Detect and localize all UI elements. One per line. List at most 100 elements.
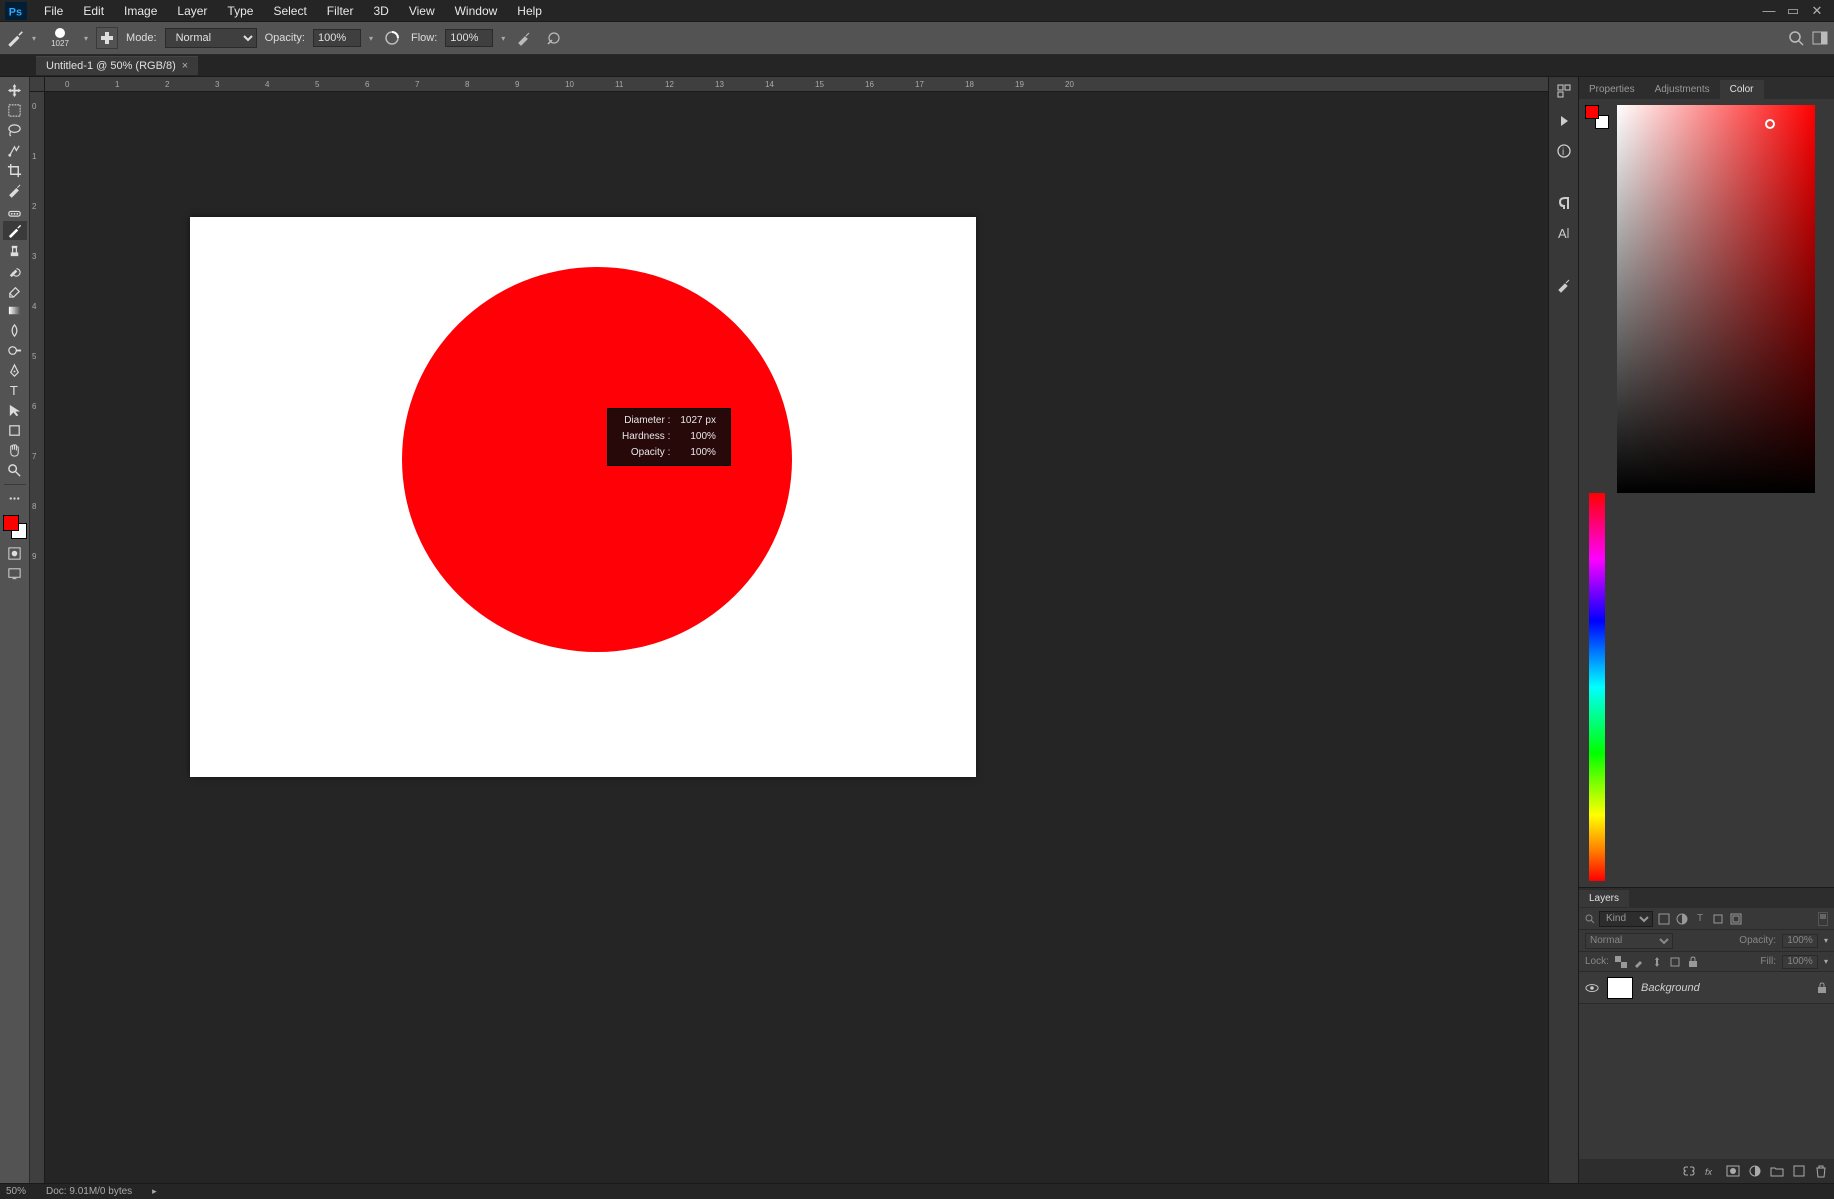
- filter-pixel-icon[interactable]: [1657, 912, 1671, 926]
- menu-select[interactable]: Select: [263, 2, 316, 20]
- opacity-input[interactable]: [313, 29, 361, 47]
- brush-settings-button[interactable]: [96, 27, 118, 49]
- menu-help[interactable]: Help: [507, 2, 552, 20]
- menu-window[interactable]: Window: [445, 2, 508, 20]
- history-brush-tool[interactable]: [3, 261, 27, 280]
- menu-image[interactable]: Image: [114, 2, 167, 20]
- link-layers-icon[interactable]: [1682, 1164, 1696, 1178]
- brush-settings-panel-icon[interactable]: [1554, 275, 1574, 295]
- color-panel-swatches[interactable]: [1585, 105, 1609, 129]
- filter-adjust-icon[interactable]: [1675, 912, 1689, 926]
- layer-opacity-chevron-icon[interactable]: ▾: [1824, 936, 1828, 945]
- hue-slider[interactable]: [1589, 493, 1605, 881]
- search-icon[interactable]: [1788, 30, 1804, 46]
- menu-type[interactable]: Type: [217, 2, 263, 20]
- brush-preview[interactable]: 1027: [44, 23, 76, 53]
- workspace-switcher-icon[interactable]: [1812, 30, 1828, 46]
- screen-mode-button[interactable]: [3, 564, 27, 583]
- type-tool[interactable]: T: [3, 381, 27, 400]
- lock-position-icon[interactable]: [1651, 956, 1663, 968]
- new-layer-icon[interactable]: [1792, 1164, 1806, 1178]
- layer-visibility-icon[interactable]: [1585, 981, 1599, 995]
- adjustments-tab[interactable]: Adjustments: [1645, 80, 1720, 99]
- eyedropper-tool[interactable]: [3, 181, 27, 200]
- fill-chevron-icon[interactable]: ▾: [1824, 957, 1828, 966]
- marquee-tool[interactable]: [3, 101, 27, 120]
- filter-shape-icon[interactable]: [1711, 912, 1725, 926]
- lasso-tool[interactable]: [3, 121, 27, 140]
- layer-opacity-input[interactable]: [1782, 934, 1818, 948]
- properties-tab[interactable]: Properties: [1579, 80, 1645, 99]
- pen-tool[interactable]: [3, 361, 27, 380]
- mode-select[interactable]: Normal: [165, 28, 257, 48]
- layer-mask-icon[interactable]: [1726, 1164, 1740, 1178]
- delete-layer-icon[interactable]: [1814, 1164, 1828, 1178]
- status-arrow-icon[interactable]: ▸: [152, 1186, 157, 1197]
- menu-filter[interactable]: Filter: [317, 2, 364, 20]
- menu-file[interactable]: File: [34, 2, 73, 20]
- document-canvas[interactable]: [190, 217, 976, 777]
- blur-tool[interactable]: [3, 321, 27, 340]
- menu-layer[interactable]: Layer: [167, 2, 217, 20]
- foreground-color-swatch[interactable]: [3, 515, 19, 531]
- layer-name[interactable]: Background: [1641, 982, 1700, 994]
- history-panel-icon[interactable]: [1554, 81, 1574, 101]
- quick-mask-button[interactable]: [3, 544, 27, 563]
- layer-thumbnail[interactable]: [1607, 977, 1633, 999]
- layer-row-background[interactable]: Background: [1579, 972, 1834, 1004]
- filter-smart-icon[interactable]: [1729, 912, 1743, 926]
- layers-tab[interactable]: Layers: [1579, 890, 1629, 907]
- gradient-tool[interactable]: [3, 301, 27, 320]
- quick-select-tool[interactable]: [3, 141, 27, 160]
- zoom-level[interactable]: 50%: [6, 1186, 26, 1197]
- edit-toolbar-button[interactable]: [3, 489, 27, 508]
- new-group-icon[interactable]: [1770, 1164, 1784, 1178]
- close-button[interactable]: ✕: [1810, 4, 1824, 18]
- layer-fx-icon[interactable]: fx: [1704, 1164, 1718, 1178]
- lock-paint-icon[interactable]: [1633, 956, 1645, 968]
- ruler-vertical[interactable]: 0 1 2 3 4 5 6 7 8 9: [30, 92, 45, 1183]
- flow-chevron-icon[interactable]: ▾: [501, 34, 505, 43]
- tool-preset-chevron-icon[interactable]: ▾: [32, 34, 36, 43]
- canvas[interactable]: Diameter :1027 px Hardness :100% Opacity…: [45, 92, 1548, 1183]
- lock-all-icon[interactable]: [1687, 956, 1699, 968]
- tab-close-icon[interactable]: ×: [182, 60, 188, 72]
- menu-3d[interactable]: 3D: [363, 2, 398, 20]
- eraser-tool[interactable]: [3, 281, 27, 300]
- adjustment-layer-icon[interactable]: [1748, 1164, 1762, 1178]
- size-pressure-button[interactable]: [543, 27, 565, 49]
- fill-input[interactable]: [1782, 955, 1818, 969]
- brush-tool[interactable]: [3, 221, 27, 240]
- shape-tool[interactable]: [3, 421, 27, 440]
- character-panel-icon[interactable]: A: [1554, 223, 1574, 243]
- doc-info[interactable]: Doc: 9.01M/0 bytes: [46, 1186, 132, 1197]
- color-tab[interactable]: Color: [1720, 80, 1764, 99]
- menu-edit[interactable]: Edit: [73, 2, 114, 20]
- info-panel-icon[interactable]: i: [1554, 141, 1574, 161]
- flow-input[interactable]: [445, 29, 493, 47]
- crop-tool[interactable]: [3, 161, 27, 180]
- color-swatch[interactable]: [3, 515, 27, 539]
- paragraph-panel-icon[interactable]: [1554, 193, 1574, 213]
- move-tool[interactable]: [3, 81, 27, 100]
- airbrush-button[interactable]: [513, 27, 535, 49]
- menu-view[interactable]: View: [399, 2, 445, 20]
- lock-transparent-icon[interactable]: [1615, 956, 1627, 968]
- color-field[interactable]: [1617, 105, 1815, 493]
- minimize-button[interactable]: —: [1762, 4, 1776, 18]
- opacity-pressure-button[interactable]: [381, 27, 403, 49]
- ruler-horizontal[interactable]: 0 1 2 3 4 5 6 7 8 9 10 11 12 13 14 15 16…: [45, 77, 1548, 92]
- filter-kind-select[interactable]: Kind: [1599, 911, 1653, 927]
- maximize-button[interactable]: ▭: [1786, 4, 1800, 18]
- hand-tool[interactable]: [3, 441, 27, 460]
- path-select-tool[interactable]: [3, 401, 27, 420]
- filter-type-icon[interactable]: T: [1693, 912, 1707, 926]
- clone-stamp-tool[interactable]: [3, 241, 27, 260]
- actions-panel-icon[interactable]: [1554, 111, 1574, 131]
- document-tab[interactable]: Untitled-1 @ 50% (RGB/8) ×: [36, 56, 198, 75]
- filter-toggle[interactable]: [1818, 912, 1828, 926]
- brush-chevron-icon[interactable]: ▾: [84, 34, 88, 43]
- blend-mode-select[interactable]: Normal: [1585, 933, 1673, 949]
- dodge-tool[interactable]: [3, 341, 27, 360]
- panel-fg-swatch[interactable]: [1585, 105, 1599, 119]
